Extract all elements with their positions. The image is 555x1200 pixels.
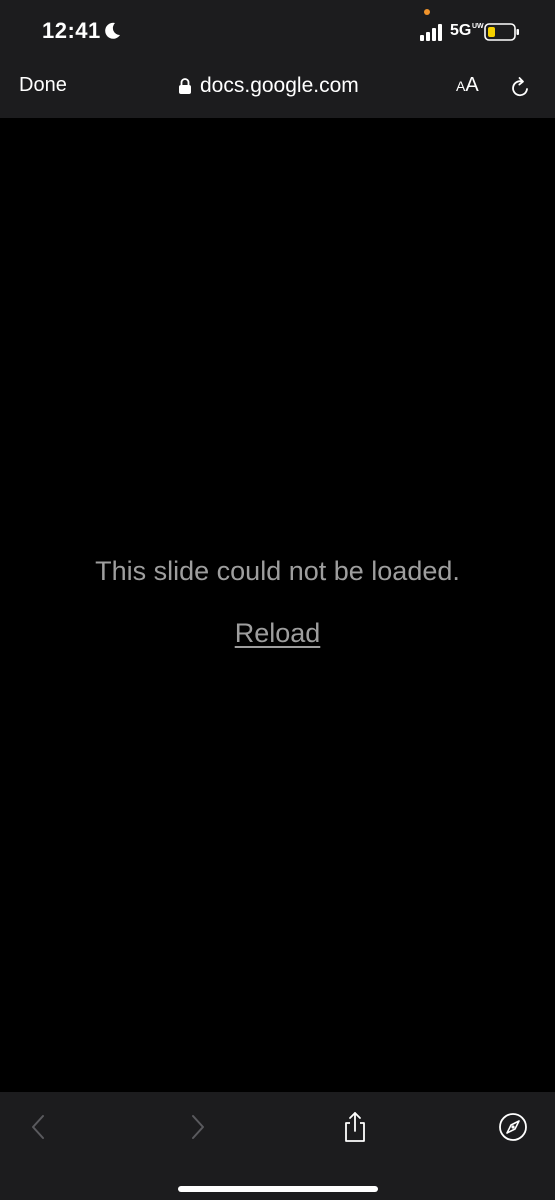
slide-content-area: This slide could not be loaded. Reload: [0, 118, 555, 1092]
error-message: This slide could not be loaded.: [95, 556, 460, 586]
nav-bar: Done docs.google.com AA: [0, 60, 555, 118]
lock-icon: [179, 78, 191, 94]
forward-chevron-icon[interactable]: [181, 1110, 215, 1144]
battery-icon: [484, 23, 519, 41]
back-chevron-icon[interactable]: [21, 1110, 55, 1144]
moon-icon: [105, 22, 120, 39]
compass-icon[interactable]: [496, 1110, 530, 1144]
privacy-indicator-dot: [424, 9, 430, 15]
status-time: 12:41: [42, 18, 101, 43]
share-icon[interactable]: [338, 1110, 372, 1144]
address-bar[interactable]: docs.google.com: [178, 72, 359, 100]
status-bar: 12:41 5G UW: [0, 0, 555, 60]
text-size-button[interactable]: AA: [456, 74, 479, 97]
signal-icon: [420, 24, 442, 41]
top-chrome: 12:41 5G UW Done docs.google.com AA: [0, 0, 555, 118]
screen: 12:41 5G UW Done docs.google.com AA This…: [0, 0, 555, 1200]
text-size-small-glyph: A: [456, 78, 466, 94]
reload-link[interactable]: Reload: [0, 618, 555, 649]
text-size-large-glyph: A: [465, 74, 479, 96]
network-subtype: UW: [472, 23, 484, 30]
reload-icon[interactable]: [508, 76, 532, 100]
home-indicator[interactable]: [178, 1186, 378, 1192]
bottom-toolbar: [0, 1092, 555, 1200]
network-type: 5G: [450, 22, 472, 39]
url-text: docs.google.com: [200, 74, 359, 97]
done-button[interactable]: Done: [19, 74, 67, 97]
